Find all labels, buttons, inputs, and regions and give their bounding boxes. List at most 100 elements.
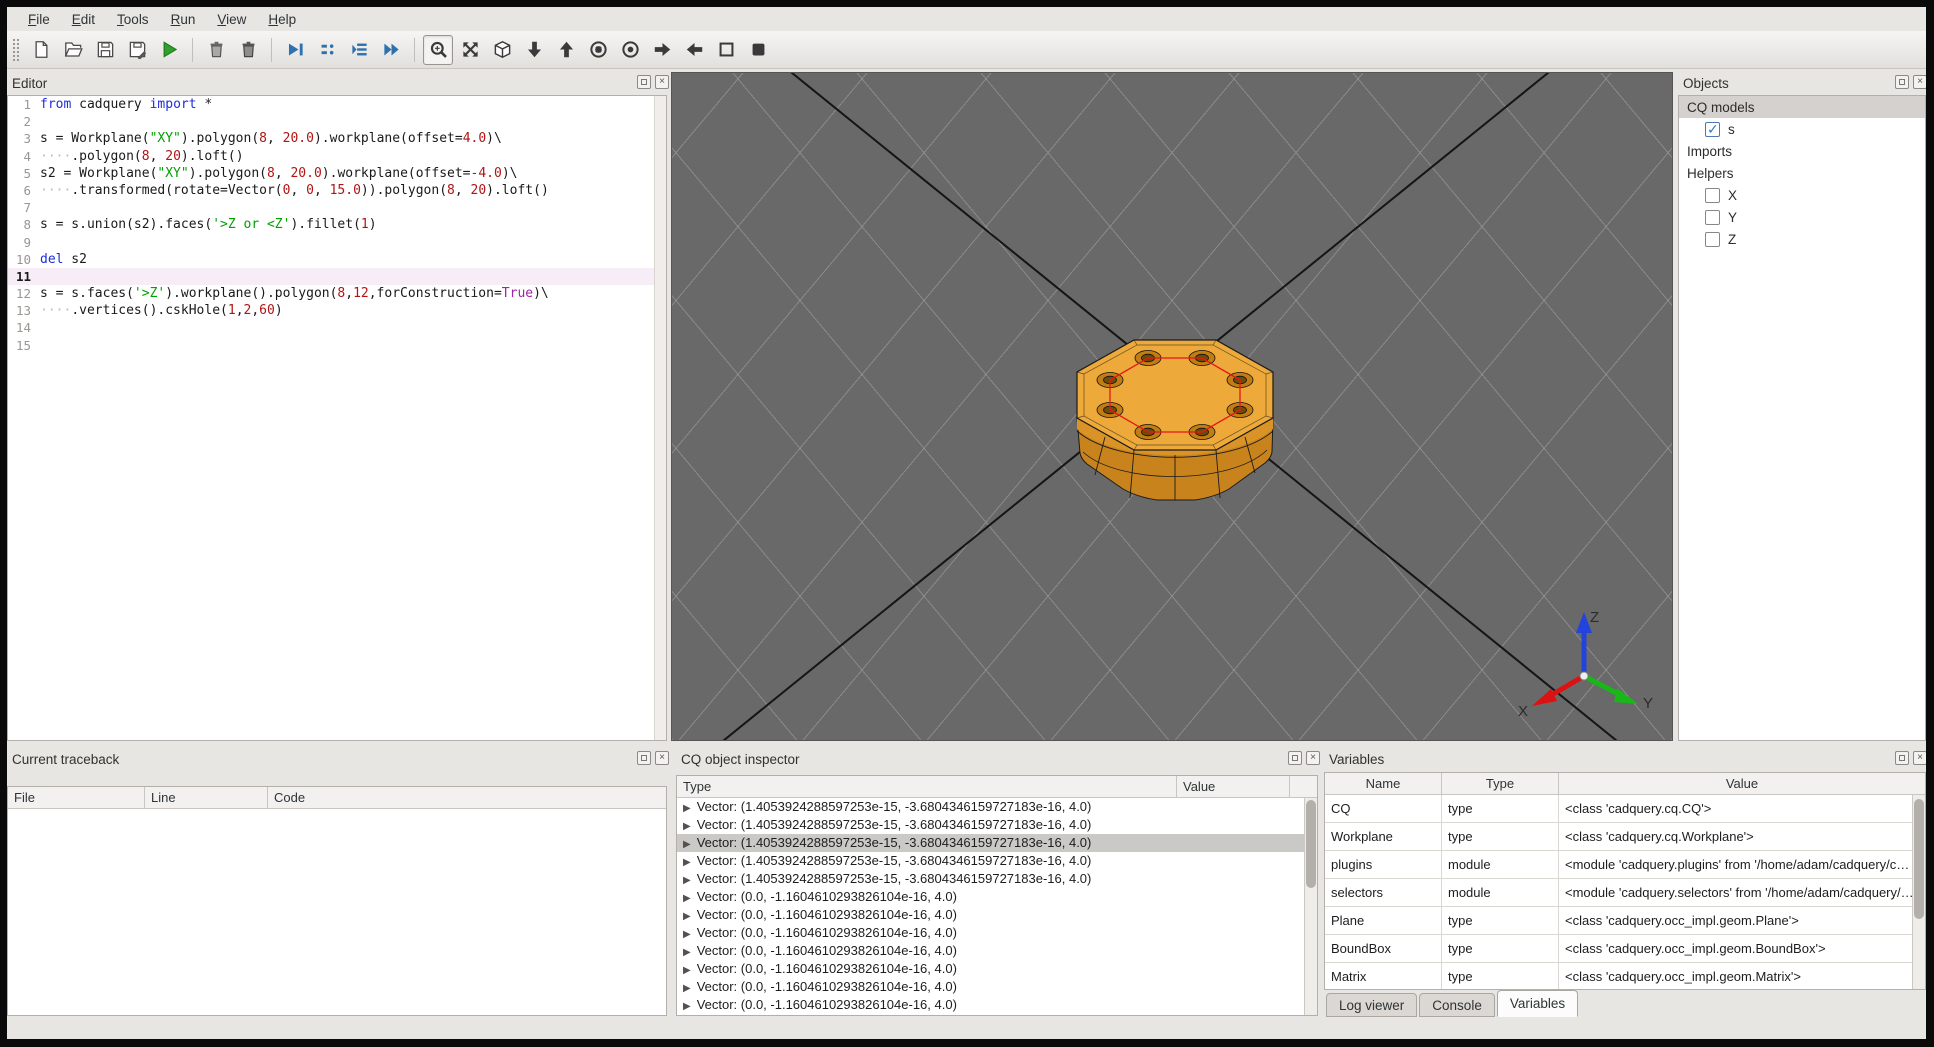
inspector-row[interactable]: ▶ Vector: (1.4053924288597253e-15, -3.680… xyxy=(677,852,1317,870)
tree-item-s[interactable]: s xyxy=(1679,118,1925,140)
variable-row-matrix[interactable]: Matrix type <class 'cadquery.occ_impl.geom… xyxy=(1325,963,1925,989)
menu-tools[interactable]: Tools xyxy=(106,9,160,30)
code-line-10[interactable]: 10 del s2 xyxy=(8,251,666,268)
float-icon[interactable] xyxy=(1895,75,1909,89)
float-icon[interactable] xyxy=(1288,751,1302,765)
code-line-2[interactable]: 2 xyxy=(8,113,666,130)
inspector-scrollbar-thumb[interactable] xyxy=(1306,800,1316,888)
code-line-13[interactable]: 13 ···· .vertices().cskHole(1, 2, 60) xyxy=(8,302,666,319)
menu-file[interactable]: File xyxy=(17,9,61,30)
tree-item-helpers[interactable]: Helpers xyxy=(1679,162,1925,184)
variable-row-plane[interactable]: Plane type <class 'cadquery.occ_impl.geom.… xyxy=(1325,907,1925,935)
delete-object-icon[interactable] xyxy=(201,35,231,65)
editor-scrollbar[interactable] xyxy=(654,96,666,740)
close-icon[interactable]: × xyxy=(1913,75,1926,89)
inspector-row[interactable]: ▶ Vector: (1.4053924288597253e-15, -3.680… xyxy=(677,816,1317,834)
expand-arrow-icon[interactable]: ▶ xyxy=(683,893,691,904)
unchecked-checkbox-icon[interactable] xyxy=(1705,209,1720,225)
column-header-type[interactable]: Type xyxy=(1442,773,1559,794)
variable-row-boundbox[interactable]: BoundBox type <class 'cadquery.occ_impl.ge… xyxy=(1325,935,1925,963)
code-line-3[interactable]: 3s = Workplane("XY").polygon(8, 20.0).wo… xyxy=(8,130,666,147)
run-icon[interactable] xyxy=(154,35,184,65)
tab-variables[interactable]: Variables xyxy=(1496,990,1579,1017)
save-as-icon[interactable] xyxy=(122,35,152,65)
variable-row-plugins[interactable]: plugins module <module 'cadquery.plugins' … xyxy=(1325,851,1925,879)
column-header-name[interactable]: Name xyxy=(1325,773,1442,794)
tab-log-viewer[interactable]: Log viewer xyxy=(1326,993,1418,1017)
shaded-icon[interactable] xyxy=(743,35,773,65)
expand-arrow-icon[interactable]: ▶ xyxy=(683,965,691,976)
float-icon[interactable] xyxy=(1895,751,1909,765)
view-left-icon[interactable] xyxy=(679,35,709,65)
variables-table[interactable]: Name Type Value CQ type <class 'cadquery.c… xyxy=(1324,772,1926,990)
expand-arrow-icon[interactable]: ▶ xyxy=(683,911,691,922)
variables-scrollbar-thumb[interactable] xyxy=(1914,799,1924,919)
step-icon[interactable] xyxy=(312,35,342,65)
wireframe-icon[interactable] xyxy=(711,35,741,65)
new-file-icon[interactable] xyxy=(26,35,56,65)
objects-tree[interactable]: CQ models s Imports Helpers XYZ xyxy=(1678,95,1926,741)
inspector-row[interactable]: ▶ Vector: (0.0, -1.1604610293826104e-16, … xyxy=(677,888,1317,906)
variables-scrollbar[interactable] xyxy=(1912,795,1925,989)
inspector-row[interactable]: ▶ Vector: (0.0, -1.1604610293826104e-16, … xyxy=(677,978,1317,996)
inspector-row[interactable]: ▶ Vector: (1.4053924288597253e-15, -3.680… xyxy=(677,870,1317,888)
tree-item-cq-models[interactable]: CQ models xyxy=(1679,96,1925,118)
save-icon[interactable] xyxy=(90,35,120,65)
column-header-line[interactable]: Line xyxy=(145,787,268,808)
code-line-8[interactable]: 8s = s.union(s2).faces('>Z or <Z').fille… xyxy=(8,216,666,233)
tab-console[interactable]: Console xyxy=(1419,993,1495,1017)
code-line-9[interactable]: 9 xyxy=(8,234,666,251)
expand-arrow-icon[interactable]: ▶ xyxy=(683,947,691,958)
tree-item-z[interactable]: Z xyxy=(1679,228,1925,250)
toolbar-drag-handle[interactable] xyxy=(13,38,19,61)
float-icon[interactable] xyxy=(637,751,651,765)
code-line-6[interactable]: 6 ···· .transformed(rotate=Vector(0, 0, 15… xyxy=(8,182,666,199)
unchecked-checkbox-icon[interactable] xyxy=(1705,231,1720,247)
variable-row-workplane[interactable]: Workplane type <class 'cadquery.cq.Workpla… xyxy=(1325,823,1925,851)
inspector-row[interactable]: ▶ Vector: (0.0, -1.1604610293826104e-16, … xyxy=(677,960,1317,978)
view-bottom-icon[interactable] xyxy=(551,35,581,65)
view-right-icon[interactable] xyxy=(647,35,677,65)
close-icon[interactable]: × xyxy=(655,75,669,89)
close-icon[interactable]: × xyxy=(1306,751,1320,765)
menu-edit[interactable]: Edit xyxy=(61,9,106,30)
close-icon[interactable]: × xyxy=(655,751,669,765)
tree-item-imports[interactable]: Imports xyxy=(1679,140,1925,162)
variable-row-selectors[interactable]: selectors module <module 'cadquery.selecto… xyxy=(1325,879,1925,907)
view-back-icon[interactable] xyxy=(615,35,645,65)
code-line-12[interactable]: 12 s = s.faces('>Z').workplane().polygon(… xyxy=(8,285,666,302)
continue-icon[interactable] xyxy=(376,35,406,65)
fit-all-icon[interactable] xyxy=(455,35,485,65)
menu-view[interactable]: View xyxy=(206,9,257,30)
inspector-row[interactable]: ▶ Vector: (0.0, -1.1604610293826104e-16, … xyxy=(677,996,1317,1014)
3d-viewport[interactable]: Z X Y xyxy=(671,72,1673,741)
inspector-row[interactable]: ▶ Vector: (0.0, -1.1604610293826104e-16, … xyxy=(677,942,1317,960)
iso-view-icon[interactable] xyxy=(487,35,517,65)
code-line-7[interactable]: 7 xyxy=(8,199,666,216)
column-header-value[interactable]: Value xyxy=(1559,773,1925,794)
view-top-icon[interactable] xyxy=(519,35,549,65)
column-header-code[interactable]: Code xyxy=(268,787,666,808)
menu-run[interactable]: Run xyxy=(160,9,207,30)
column-header-value[interactable]: Value xyxy=(1177,776,1290,797)
traceback-table[interactable]: File Line Code xyxy=(7,786,667,1016)
code-line-14[interactable]: 14 xyxy=(8,319,666,336)
expand-arrow-icon[interactable]: ▶ xyxy=(683,839,691,850)
step-into-icon[interactable] xyxy=(344,35,374,65)
tree-item-x[interactable]: X xyxy=(1679,184,1925,206)
inspector-scrollbar[interactable] xyxy=(1304,798,1317,1015)
fit-zoom-icon[interactable] xyxy=(423,34,453,65)
code-line-5[interactable]: 5 s2 = Workplane("XY").polygon(8, 20.0).w… xyxy=(8,165,666,182)
expand-arrow-icon[interactable]: ▶ xyxy=(683,983,691,994)
float-icon[interactable] xyxy=(637,75,651,89)
menu-help[interactable]: Help xyxy=(257,9,307,30)
unchecked-checkbox-icon[interactable] xyxy=(1705,187,1720,203)
open-file-icon[interactable] xyxy=(58,35,88,65)
inspector-row[interactable]: ▶ Vector: (1.4053924288597253e-15, -3.680… xyxy=(677,798,1317,816)
expand-arrow-icon[interactable]: ▶ xyxy=(683,875,691,886)
expand-arrow-icon[interactable]: ▶ xyxy=(683,803,691,814)
cad-model-octagon-part[interactable] xyxy=(1067,303,1287,508)
expand-arrow-icon[interactable]: ▶ xyxy=(683,821,691,832)
code-line-4[interactable]: 4 ···· .polygon(8, 20).loft() xyxy=(8,148,666,165)
inspector-row[interactable]: ▶ Vector: (0.0, -1.1604610293826104e-16, … xyxy=(677,924,1317,942)
